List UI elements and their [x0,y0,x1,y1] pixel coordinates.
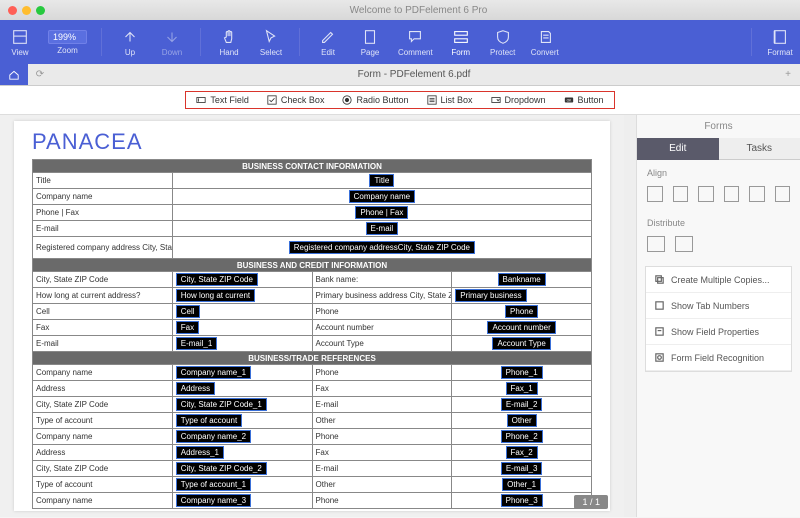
comment-tool[interactable]: Comment [398,28,433,57]
zoom-select[interactable]: 199% [48,30,87,44]
align-tools [637,182,800,210]
window-titlebar: Welcome to PDFelement 6 Pro [0,0,800,20]
form-field[interactable]: Other_1 [502,478,541,491]
show-field-properties[interactable]: Show Field Properties [646,319,791,345]
form-field[interactable]: Company name_1 [176,366,251,379]
radio-button-tool[interactable]: Radio Button [342,95,408,105]
form-field[interactable]: Registered company addressCity, State ZI… [289,241,475,254]
form-field[interactable]: How long at current [176,289,255,302]
align-middle-icon[interactable] [749,186,765,202]
form-field[interactable]: City, State ZIP Code_1 [176,398,267,411]
document-tabbar: ⟳ Form - PDFelement 6.pdf + [0,64,800,86]
panel-tab-tasks[interactable]: Tasks [719,138,800,160]
panel-tab-edit[interactable]: Edit [637,138,719,160]
format-tool[interactable]: Format [766,28,794,57]
form-field[interactable]: Type of account_1 [176,478,251,491]
form-actions-list: Create Multiple Copies... Show Tab Numbe… [645,266,792,372]
form-field[interactable]: Address_1 [176,446,224,459]
app-title: Welcome to PDFelement 6 Pro [45,5,792,16]
minimize-window-button[interactable] [22,6,31,15]
down-tool[interactable]: Down [158,28,186,57]
form-field[interactable]: Bankname [498,273,546,286]
form-field[interactable]: Phone_3 [501,494,543,507]
pdf-page: PANACEA BUSINESS CONTACT INFORMATION Tit… [14,121,610,511]
select-tool[interactable]: Select [257,28,285,57]
form-field[interactable]: Account Type [492,337,550,350]
close-window-button[interactable] [8,6,17,15]
form-field[interactable]: Company name [349,190,415,203]
up-tool[interactable]: Up [116,28,144,57]
form-field[interactable]: Primary business [455,289,526,302]
form-field[interactable]: Phone_1 [501,366,543,379]
edit-tool[interactable]: Edit [314,28,342,57]
convert-tool[interactable]: Convert [531,28,559,57]
check-box-tool[interactable]: Check Box [267,95,325,105]
form-field[interactable]: E-mail [366,222,399,235]
distribute-vertical-icon[interactable] [675,236,693,252]
zoom-tool[interactable]: 199% Zoom [48,30,87,55]
distribute-horizontal-icon[interactable] [647,236,665,252]
align-right-icon[interactable] [698,186,714,202]
view-tool[interactable]: View [6,28,34,57]
distribute-section-label: Distribute [637,210,800,232]
form-field[interactable]: Phone | Fax [355,206,408,219]
button-tool[interactable]: OKButton [564,95,604,105]
home-tab[interactable] [0,64,28,85]
list-box-tool[interactable]: List Box [427,95,473,105]
new-tab-button[interactable]: + [776,69,800,80]
form-field[interactable]: Phone_2 [501,430,543,443]
align-left-icon[interactable] [647,186,663,202]
form-field[interactable]: E-mail_2 [501,398,543,411]
form-field[interactable]: Title [369,174,394,187]
form-field[interactable]: Fax_2 [506,446,538,459]
panel-title: Forms [637,115,800,138]
scrollbar[interactable] [624,115,636,517]
form-field[interactable]: Address [176,382,215,395]
svg-text:OK: OK [566,99,572,103]
hand-tool[interactable]: Hand [215,28,243,57]
form-field[interactable]: Fax_1 [506,382,538,395]
form-tools-bar: Text Field Check Box Radio Button List B… [0,86,800,115]
document-viewport[interactable]: PANACEA BUSINESS CONTACT INFORMATION Tit… [0,115,624,517]
document-brand: PANACEA [32,129,592,155]
distribute-tools [637,232,800,260]
form-field[interactable]: Account number [487,321,555,334]
page-tool[interactable]: Page [356,28,384,57]
form-field[interactable]: Type of account [176,414,242,427]
traffic-lights [8,6,45,15]
main-toolbar: View 199% Zoom Up Down Hand Select Edit … [0,20,800,64]
create-multiple-copies[interactable]: Create Multiple Copies... [646,267,791,293]
align-top-icon[interactable] [724,186,740,202]
form-field-recognition[interactable]: Form Field Recognition [646,345,791,371]
forms-panel: Forms Edit Tasks Align Distribute Create… [636,115,800,517]
form-field[interactable]: Company name_2 [176,430,251,443]
document-tab[interactable]: Form - PDFelement 6.pdf [52,69,776,80]
page-indicator: 1 / 1 [574,495,608,509]
maximize-window-button[interactable] [36,6,45,15]
protect-tool[interactable]: Protect [489,28,517,57]
text-field-tool[interactable]: Text Field [196,95,249,105]
align-section-label: Align [637,160,800,182]
form-field[interactable]: E-mail_1 [176,337,218,350]
form-table: BUSINESS CONTACT INFORMATION TitleTitle … [32,159,592,509]
show-tab-numbers[interactable]: Show Tab Numbers [646,293,791,319]
form-field[interactable]: Cell [176,305,200,318]
form-field[interactable]: Other [507,414,537,427]
form-tool[interactable]: Form [447,28,475,57]
reload-button[interactable]: ⟳ [28,69,52,80]
form-field[interactable]: E-mail_3 [501,462,543,475]
form-field[interactable]: Fax [176,321,199,334]
dropdown-tool[interactable]: Dropdown [491,95,546,105]
form-field[interactable]: Company name_3 [176,494,251,507]
align-bottom-icon[interactable] [775,186,791,202]
align-center-icon[interactable] [673,186,689,202]
form-field[interactable]: City, State ZIP Code_2 [176,462,267,475]
form-field[interactable]: Phone [505,305,538,318]
form-field[interactable]: City, State ZIP Code [176,273,258,286]
